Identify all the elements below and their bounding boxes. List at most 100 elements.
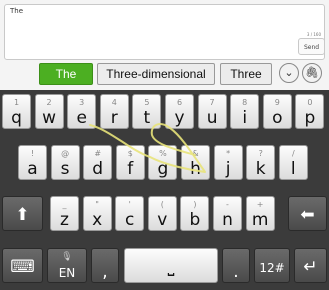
suggestion-1[interactable]: The bbox=[39, 63, 93, 85]
language-label: EN bbox=[58, 266, 76, 280]
key-label: c bbox=[125, 210, 135, 230]
key-label: m bbox=[251, 210, 269, 230]
key-label: a bbox=[27, 159, 38, 179]
key-label: j bbox=[225, 159, 231, 179]
key-label: y bbox=[174, 108, 185, 128]
key-hint: * bbox=[226, 149, 231, 158]
key-label: l bbox=[290, 159, 296, 179]
key-label: o bbox=[272, 108, 283, 128]
key-hint: 0 bbox=[307, 98, 313, 107]
key-hint: / bbox=[291, 149, 295, 158]
key-hint: ( bbox=[160, 200, 164, 209]
message-text: The bbox=[10, 7, 24, 15]
key-label: w bbox=[42, 108, 57, 128]
space-bar-icon: ⎵ bbox=[167, 257, 175, 277]
character-counter: 3 / 160 bbox=[306, 32, 321, 37]
key-hint: ? bbox=[258, 149, 263, 158]
key-hint: 9 bbox=[274, 98, 280, 107]
key-label: q bbox=[11, 108, 22, 128]
period-label: . bbox=[233, 262, 239, 282]
attach-button[interactable]: 🖇 bbox=[302, 63, 322, 83]
symbols-key[interactable]: 12# bbox=[254, 248, 290, 283]
key-i[interactable]: 8i bbox=[230, 94, 260, 129]
key-v[interactable]: (v bbox=[147, 196, 177, 231]
key-label: p bbox=[304, 108, 316, 128]
comma-key[interactable]: , bbox=[91, 248, 119, 283]
key-label: z bbox=[60, 210, 69, 230]
send-button[interactable]: Send bbox=[298, 38, 325, 55]
key-x[interactable]: " x bbox=[82, 196, 112, 231]
key-label: x bbox=[92, 210, 103, 230]
suggestion-3[interactable]: Three bbox=[220, 63, 272, 85]
enter-icon: ↵ bbox=[303, 257, 318, 277]
key-hint: " bbox=[95, 200, 99, 209]
key-p[interactable]: 0p bbox=[295, 94, 325, 129]
comma-label: , bbox=[102, 262, 108, 282]
key-t[interactable]: 5t bbox=[132, 94, 162, 129]
key-y[interactable]: 6y bbox=[165, 94, 194, 129]
key-label: e bbox=[76, 108, 87, 128]
key-m[interactable]: + m bbox=[245, 196, 275, 231]
key-hint: ) bbox=[193, 200, 197, 209]
suggestion-2[interactable]: Three-dimensional bbox=[97, 63, 215, 85]
key-hint: _ bbox=[62, 200, 67, 209]
key-label: n bbox=[222, 210, 233, 230]
chevron-down-icon: ⌄ bbox=[284, 66, 294, 79]
backspace-key[interactable]: ⬅ bbox=[288, 196, 327, 231]
key-hint: # bbox=[94, 149, 102, 158]
key-e[interactable]: 3e bbox=[67, 94, 97, 129]
key-g[interactable]: % g bbox=[148, 145, 178, 180]
key-hint: 6 bbox=[176, 98, 183, 107]
key-hint: 8 bbox=[242, 98, 248, 107]
suggestion-2-text: Three-dimensional bbox=[106, 67, 206, 81]
key-u[interactable]: 7u bbox=[197, 94, 227, 129]
key-hint: 1 bbox=[13, 98, 20, 107]
key-hint: 3 bbox=[79, 98, 85, 107]
key-c[interactable]: ' c bbox=[115, 196, 145, 231]
key-a[interactable]: ! a bbox=[18, 145, 47, 180]
key-d[interactable]: # d bbox=[83, 145, 113, 180]
shift-arrow-icon: ⬆ bbox=[15, 205, 30, 225]
expand-suggestions-button[interactable]: ⌄ bbox=[279, 63, 299, 83]
key-j[interactable]: * j bbox=[213, 145, 243, 180]
key-label: k bbox=[255, 159, 266, 179]
key-label: f bbox=[127, 159, 134, 179]
key-label: i bbox=[242, 108, 248, 128]
key-l[interactable]: / l bbox=[278, 145, 308, 180]
key-b[interactable]: ) b bbox=[180, 196, 210, 231]
keyboard-settings-key[interactable]: ⌨ bbox=[2, 248, 43, 283]
key-k[interactable]: ? k bbox=[246, 145, 276, 180]
key-label: v bbox=[157, 210, 168, 230]
enter-key[interactable]: ↵ bbox=[294, 248, 327, 283]
key-hint: @ bbox=[61, 149, 70, 158]
compose-area: The 3 / 160 Send The Three-dimensional T… bbox=[0, 0, 329, 90]
paperclip-icon: 🖇 bbox=[305, 66, 319, 79]
key-s[interactable]: @ s bbox=[50, 145, 80, 180]
key-hint: ! bbox=[30, 149, 35, 158]
key-hint: 4 bbox=[111, 98, 117, 107]
key-n[interactable]: -n bbox=[213, 196, 242, 231]
key-hint: 5 bbox=[144, 98, 150, 107]
key-r[interactable]: 4r bbox=[99, 94, 129, 129]
key-h[interactable]: & h bbox=[181, 145, 210, 180]
backspace-icon: ⬅ bbox=[300, 205, 315, 225]
key-z[interactable]: _ z bbox=[50, 196, 79, 231]
key-label: u bbox=[206, 108, 218, 128]
key-hint: % bbox=[159, 149, 167, 158]
space-key[interactable]: ⎵ bbox=[124, 248, 218, 283]
key-w[interactable]: 2w bbox=[34, 94, 64, 129]
shift-key[interactable]: ⬆ bbox=[2, 196, 43, 231]
key-label: r bbox=[110, 108, 118, 128]
voice-language-key[interactable]: 🎙 EN bbox=[47, 248, 87, 283]
key-label: t bbox=[143, 108, 151, 128]
period-key[interactable]: . bbox=[222, 248, 250, 283]
keyboard-icon: ⌨ bbox=[10, 257, 35, 277]
key-f[interactable]: $ f bbox=[115, 145, 145, 180]
key-hint: - bbox=[226, 200, 229, 209]
key-o[interactable]: 9o bbox=[262, 94, 292, 129]
message-input[interactable]: The 3 / 160 bbox=[4, 4, 325, 60]
key-hint: $ bbox=[127, 149, 133, 158]
microphone-icon: 🎙 bbox=[61, 252, 73, 262]
key-q[interactable]: 1q bbox=[2, 94, 31, 129]
symbols-label: 12# bbox=[259, 261, 285, 275]
